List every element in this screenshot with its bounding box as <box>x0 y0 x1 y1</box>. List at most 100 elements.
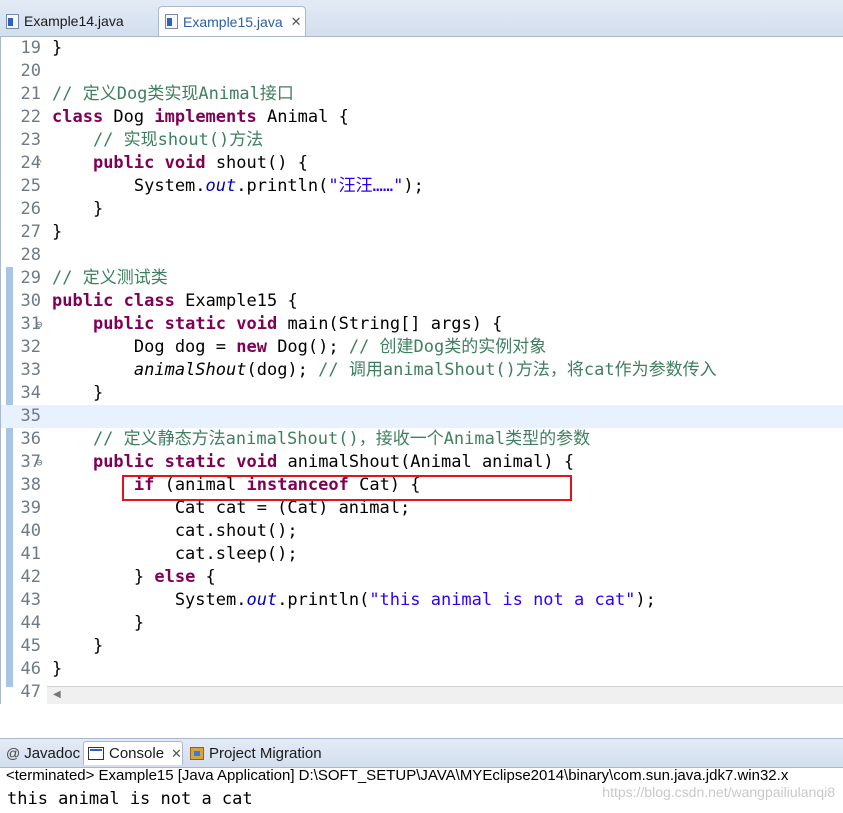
code-line[interactable]: 24 ⌃ public void shout() { <box>1 152 843 175</box>
code-text: animalShout(dog); // 调用animalShout()方法，将… <box>52 359 717 382</box>
code-text: } <box>52 198 103 221</box>
code-line[interactable]: 22 class Dog implements Animal { <box>1 106 843 129</box>
code-text: public static void main(String[] args) { <box>52 313 502 336</box>
code-line[interactable]: 23 // 实现shout()方法 <box>1 129 843 152</box>
code-editor[interactable]: 19} 20 21 // 定义Dog类实现Animal接口 22 class Dog im… <box>0 37 843 704</box>
code-token: } <box>52 636 104 656</box>
line-number: 35 <box>20 406 41 426</box>
horizontal-scrollbar[interactable]: ◀ <box>47 686 843 704</box>
code-line[interactable]: 19} <box>1 37 843 60</box>
code-text: } else { <box>52 566 216 589</box>
scroll-left-icon[interactable]: ◀ <box>53 689 61 700</box>
code-line[interactable]: 31 ⊖ public static void main(String[] arg… <box>1 313 843 336</box>
close-icon[interactable]: ✕ <box>171 746 182 762</box>
code-token: new <box>236 337 267 357</box>
line-number: 21 <box>20 84 41 104</box>
code-token: out <box>246 590 278 610</box>
code-line[interactable]: 28 <box>1 244 843 267</box>
code-text: // 定义Dog类实现Animal接口 <box>52 83 294 106</box>
code-token: void <box>164 153 206 173</box>
code-token: // 创建Dog类的实例对象 <box>348 337 547 357</box>
code-token: "汪汪……" <box>328 176 404 196</box>
code-text: } <box>52 37 62 60</box>
code-line[interactable]: 21 // 定义Dog类实现Animal接口 <box>1 83 843 106</box>
line-number: 38 <box>20 475 41 495</box>
code-text: public static void animalShout(Animal an… <box>52 451 574 474</box>
code-token: public <box>92 314 155 334</box>
code-line[interactable]: 20 <box>1 60 843 83</box>
code-token: void <box>236 314 278 334</box>
java-file-icon <box>165 14 178 29</box>
tab-example14[interactable]: Example14.java <box>0 6 152 36</box>
code-token: // 定义静态方法animalShout()，接收一个Animal类型的参数 <box>52 429 591 449</box>
line-number: 33 <box>20 360 41 380</box>
line-number: 42 <box>20 567 41 587</box>
code-token: // 调用animalShout()方法，将cat作为参数传入 <box>318 360 717 380</box>
code-line[interactable]: 40 cat.shout(); <box>1 520 843 543</box>
code-line[interactable]: 46} <box>1 658 843 681</box>
code-text: // 实现shout()方法 <box>52 129 263 152</box>
console-output[interactable]: this animal is not a cat <box>7 789 253 809</box>
code-token: System. <box>52 590 247 610</box>
code-token: main(String[] args) { <box>277 314 503 334</box>
code-token: } <box>52 38 63 58</box>
fold-icon[interactable]: ⊖ <box>36 451 43 474</box>
code-line[interactable]: 27} <box>1 221 843 244</box>
java-file-icon <box>6 13 19 29</box>
code-token: static <box>164 452 227 472</box>
highlight-box <box>122 475 572 501</box>
fold-icon[interactable]: ⊖ <box>36 313 43 336</box>
code-token: Cat cat = (Cat) animal; <box>52 498 411 518</box>
code-token: "this animal is not a cat" <box>369 590 636 610</box>
code-line[interactable]: 30 public class Example15 { <box>1 290 843 313</box>
code-line[interactable]: 43 System.out.println("this animal is no… <box>1 589 843 612</box>
console-icon <box>88 747 104 760</box>
code-text: public class Example15 { <box>52 290 298 313</box>
tab-console[interactable]: Console ✕ <box>83 741 183 765</box>
code-token: // 实现shout()方法 <box>52 130 264 150</box>
code-token: ); <box>635 590 656 610</box>
code-line[interactable]: 44 } <box>1 612 843 635</box>
tab-project-migration[interactable]: Project Migration <box>190 741 322 765</box>
code-token: Dog dog = <box>52 337 237 357</box>
code-line[interactable]: 34 } <box>1 382 843 405</box>
code-line[interactable]: 45 } <box>1 635 843 658</box>
code-line[interactable]: 37 ⊖ public static void animalShout(Anima… <box>1 451 843 474</box>
code-line[interactable]: 42 } else { <box>1 566 843 589</box>
close-icon[interactable]: ✕ <box>291 14 302 30</box>
code-text: } <box>52 658 62 681</box>
code-line[interactable]: 32 Dog dog = new Dog(); // 创建Dog类的实例对象 <box>1 336 843 359</box>
code-token: out <box>205 176 237 196</box>
line-number: 46 <box>20 659 41 679</box>
code-text: System.out.println("this animal is not a… <box>52 589 656 612</box>
code-line[interactable]: 41 cat.sleep(); <box>1 543 843 566</box>
code-line[interactable]: 33 animalShout(dog); // 调用animalShout()方… <box>1 359 843 382</box>
line-number: 29 <box>20 268 41 288</box>
line-number: 34 <box>20 383 41 403</box>
line-number: 45 <box>20 636 41 656</box>
code-line[interactable]: 35 <box>1 405 843 428</box>
line-number: 20 <box>20 61 41 81</box>
code-token: cat.shout(); <box>52 521 298 541</box>
code-line[interactable]: 36 // 定义静态方法animalShout()，接收一个Animal类型的参… <box>1 428 843 451</box>
tab-label: Example14.java <box>24 13 124 29</box>
tab-javadoc[interactable]: @ Javadoc <box>6 741 80 765</box>
code-token: cat.sleep(); <box>52 544 298 564</box>
code-line[interactable]: 29 // 定义测试类 <box>1 267 843 290</box>
code-token: Animal { <box>256 107 349 127</box>
tab-example15[interactable]: Example15.java ✕ <box>158 6 306 36</box>
code-line[interactable]: 25 System.out.println("汪汪……"); <box>1 175 843 198</box>
code-token: { <box>195 567 216 587</box>
code-line[interactable]: 26 } <box>1 198 843 221</box>
fold-icon[interactable]: ⌃ <box>36 152 43 175</box>
line-number: 47 <box>20 682 41 702</box>
